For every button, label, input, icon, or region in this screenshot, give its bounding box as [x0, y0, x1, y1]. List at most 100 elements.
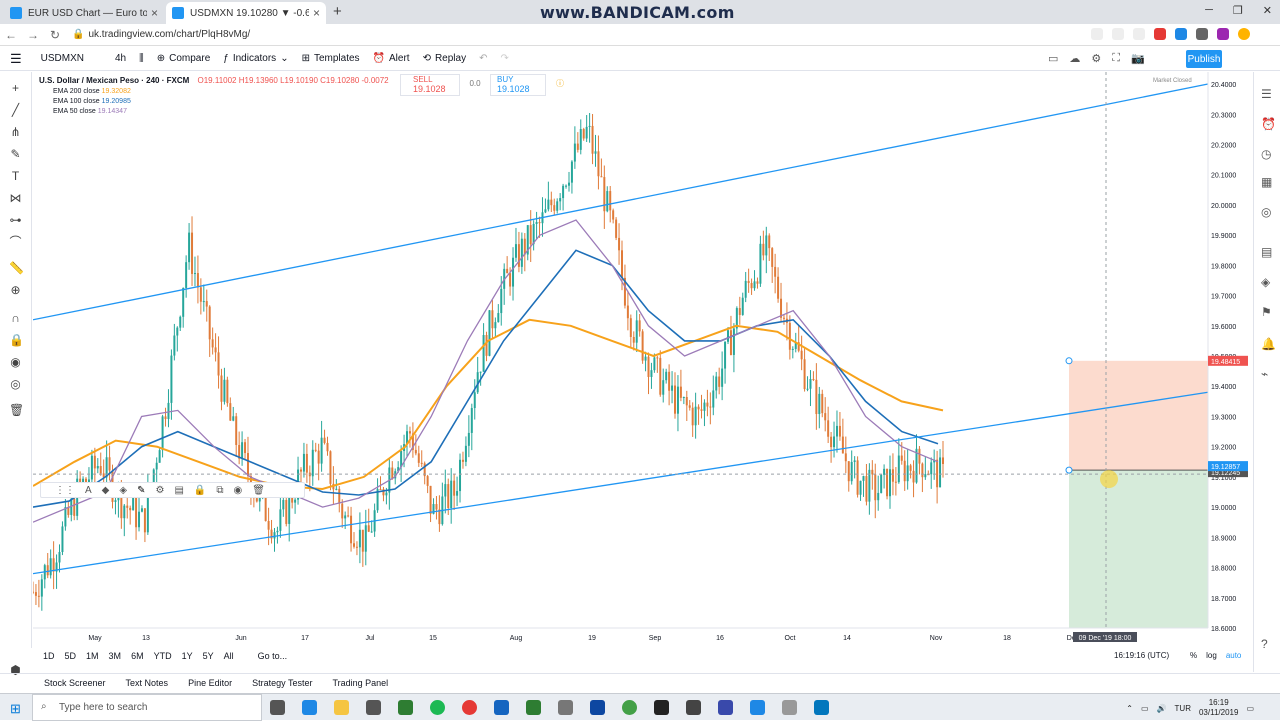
order-panel-icon[interactable]: ⌁: [1261, 368, 1274, 381]
forward-icon[interactable]: →: [22, 28, 44, 42]
template-icon[interactable]: A: [85, 485, 92, 496]
range-5d[interactable]: 5D: [65, 651, 77, 661]
price-chart[interactable]: 20.4000 20.3000 20.2000 20.1000 20.0000 19.90…: [33, 72, 1253, 648]
eye-icon[interactable]: ◉: [9, 356, 22, 369]
eye-icon[interactable]: ◉: [233, 485, 242, 496]
tab-strategy-tester[interactable]: Strategy Tester: [252, 678, 312, 688]
app-icon[interactable]: [686, 700, 701, 715]
close-window-icon[interactable]: ✕: [1263, 4, 1272, 17]
fill-icon[interactable]: ◆: [102, 485, 110, 496]
taskbar-search[interactable]: ⌕ Type here to search: [32, 694, 262, 721]
cloud-icon[interactable]: ☁: [1069, 52, 1080, 65]
clone-icon[interactable]: ⧉: [216, 485, 223, 496]
chat-icon[interactable]: ⚑: [1261, 306, 1274, 319]
reload-icon[interactable]: ↻: [44, 28, 66, 42]
app-icon[interactable]: [590, 700, 605, 715]
volume-icon[interactable]: 🔊: [1157, 704, 1167, 713]
prediction-icon[interactable]: ⊶: [9, 214, 22, 227]
hotlist-icon[interactable]: ▦: [1261, 176, 1274, 189]
app-icon[interactable]: [398, 700, 413, 715]
bar-style-icon[interactable]: ⫼: [139, 53, 144, 64]
indicators-button[interactable]: ƒ Indicators ⌄: [223, 53, 288, 64]
help-icon[interactable]: ?: [1261, 638, 1274, 651]
ema100-legend[interactable]: EMA 100 close 19.20985: [53, 98, 389, 105]
app-icon[interactable]: [814, 700, 829, 715]
calendar-icon[interactable]: ◎: [1261, 206, 1274, 219]
settings-icon[interactable]: ⚙: [1091, 52, 1101, 65]
fill-color-icon[interactable]: ◈: [119, 485, 127, 496]
streams-icon[interactable]: ◈: [1261, 276, 1274, 289]
camera-icon[interactable]: 📷: [1131, 52, 1145, 65]
browser-tab-eurusd[interactable]: EUR USD Chart — Euro to Dollar ×: [4, 2, 164, 24]
range-6m[interactable]: 6M: [131, 651, 144, 661]
back-icon[interactable]: ←: [0, 28, 22, 42]
auto-toggle[interactable]: auto: [1226, 651, 1242, 660]
percent-toggle[interactable]: %: [1190, 651, 1197, 660]
url-field[interactable]: uk.tradingview.com/chart/PlqH8vMg/: [88, 29, 250, 40]
info-icon[interactable]: ⓘ: [556, 78, 564, 96]
range-1m[interactable]: 1M: [86, 651, 99, 661]
range-5y[interactable]: 5Y: [203, 651, 214, 661]
drag-handle-icon[interactable]: ⋮⋮: [55, 485, 75, 496]
tab-text-notes[interactable]: Text Notes: [126, 678, 169, 688]
text-icon[interactable]: T: [9, 170, 22, 183]
fullscreen-icon[interactable]: ⛶: [1112, 52, 1120, 65]
windows-start-icon[interactable]: ⊞: [10, 701, 21, 717]
whatsapp-icon[interactable]: [622, 700, 637, 715]
publish-button[interactable]: Publish: [1186, 50, 1222, 68]
log-toggle[interactable]: log: [1206, 651, 1217, 660]
range-all[interactable]: All: [224, 651, 234, 661]
spotify-icon[interactable]: [430, 700, 445, 715]
notifications-icon[interactable]: ▭: [1246, 704, 1254, 713]
range-3m[interactable]: 3M: [109, 651, 122, 661]
layout-icon[interactable]: ▭: [1048, 52, 1058, 65]
key-icon[interactable]: [1091, 28, 1103, 40]
extension-icon[interactable]: [1196, 28, 1208, 40]
close-tab-icon[interactable]: ×: [313, 6, 320, 20]
compare-button[interactable]: ⊕ Compare: [157, 53, 211, 64]
tab-stock-screener[interactable]: Stock Screener: [44, 678, 106, 688]
alerts-icon[interactable]: ⏰: [1261, 118, 1276, 131]
ema200-legend[interactable]: EMA 200 close 19.32082: [53, 88, 389, 95]
extension-icon[interactable]: [1175, 28, 1187, 40]
trash-icon[interactable]: 🗑: [252, 485, 265, 496]
magnet-icon[interactable]: ∩: [9, 312, 22, 325]
extension-icon[interactable]: [1154, 28, 1166, 40]
trendline-icon[interactable]: ╱: [9, 104, 22, 117]
range-ytd[interactable]: YTD: [154, 651, 172, 661]
system-clock[interactable]: 16:19 03/11/2019: [1199, 698, 1238, 718]
replay-button[interactable]: ⟲ Replay: [423, 53, 467, 64]
data-window-icon[interactable]: ◷: [1261, 148, 1274, 161]
curve-icon[interactable]: ⌒: [9, 236, 22, 249]
tab-trading-panel[interactable]: Trading Panel: [332, 678, 388, 688]
chrome-icon[interactable]: [462, 700, 477, 715]
pitchfork-icon[interactable]: ⋔: [9, 126, 22, 139]
goto-button[interactable]: Go to...: [258, 651, 288, 661]
pattern-icon[interactable]: ⋈: [9, 192, 22, 205]
redo-icon[interactable]: ↷: [500, 53, 508, 64]
range-1y[interactable]: 1Y: [182, 651, 193, 661]
symbol-search[interactable]: USDMXN: [41, 53, 84, 64]
line-color-icon[interactable]: ✎: [137, 485, 145, 496]
app-icon[interactable]: [558, 700, 573, 715]
app-icon[interactable]: [782, 700, 797, 715]
interval-select[interactable]: 4h: [115, 53, 126, 64]
new-tab-icon[interactable]: +: [333, 3, 342, 20]
store-icon[interactable]: [366, 700, 381, 715]
extension-icon[interactable]: [1217, 28, 1229, 40]
crosshair-icon[interactable]: +: [9, 82, 22, 95]
lock-icon[interactable]: 🔒: [194, 485, 206, 496]
app-icon[interactable]: [718, 700, 733, 715]
trash-icon[interactable]: 🗑: [9, 404, 24, 417]
ideas-icon[interactable]: ▤: [1261, 246, 1274, 259]
ema50-legend[interactable]: EMA 50 close 19.14347: [53, 108, 389, 115]
templates-button[interactable]: ⊞ Templates: [302, 53, 360, 64]
sell-button[interactable]: SELL 19.1028: [400, 74, 460, 96]
app-icon[interactable]: [750, 700, 765, 715]
watchlist-icon[interactable]: ☰: [1261, 88, 1274, 101]
alert-button[interactable]: ⏰ Alert: [373, 53, 410, 64]
undo-icon[interactable]: ↶: [479, 53, 487, 64]
menu-icon[interactable]: ☰: [10, 51, 22, 67]
file-explorer-icon[interactable]: [334, 700, 349, 715]
visibility-icon[interactable]: ▤: [174, 485, 183, 496]
